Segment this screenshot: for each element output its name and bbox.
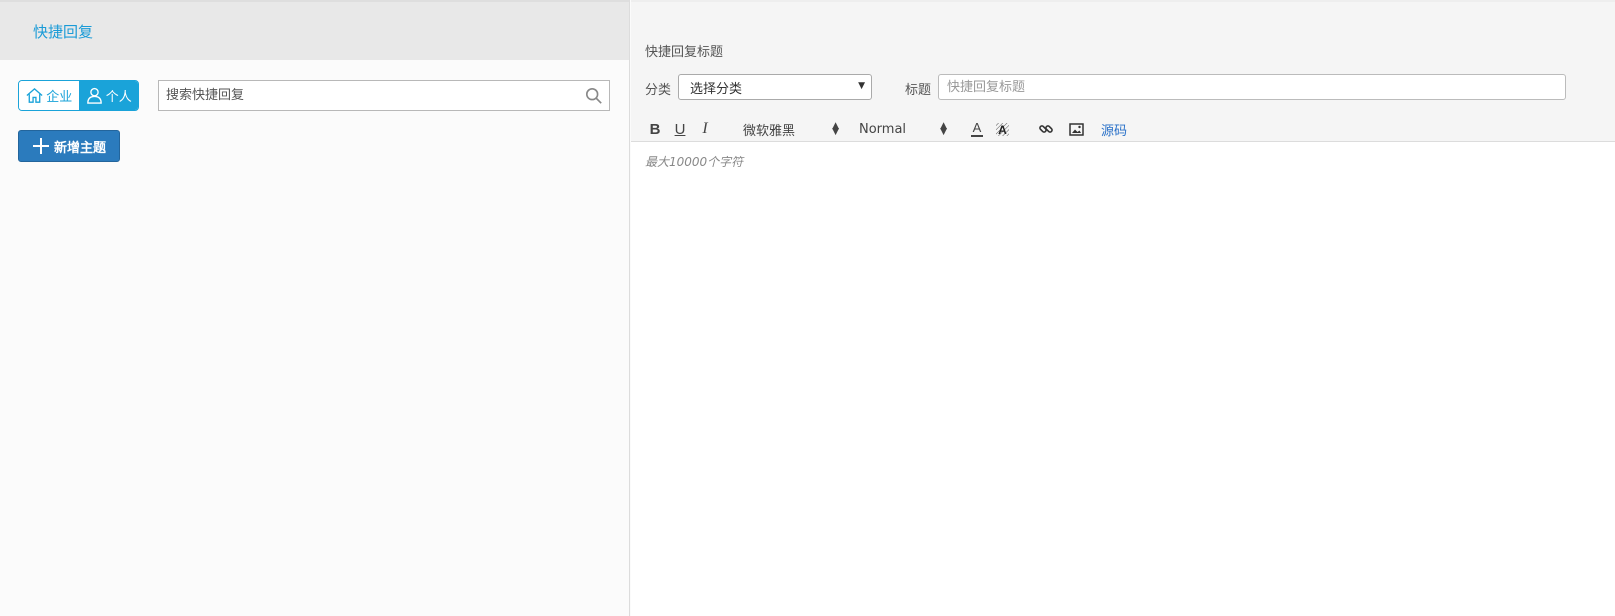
background-color-button[interactable]: A [989,117,1015,141]
image-icon [1068,122,1084,136]
category-selected-value: 选择分类 [690,81,743,97]
reply-form-header: 快捷回复标题 分类 选择分类 ▼ 标题 B U I 微软雅黑 ▲▼ [631,0,1615,142]
search-icon[interactable] [579,81,609,111]
bold-button[interactable]: B [645,117,665,141]
sort-arrows-icon: ▲ ▼ [940,121,947,137]
scope-personal-button[interactable]: 个人 [78,81,138,110]
italic-button[interactable]: I [695,117,715,141]
left-header: 快捷回复 [0,0,629,60]
background-color-icon: A [995,122,1009,137]
scope-toggle: 企业 个人 [18,80,139,111]
category-select[interactable]: 选择分类 ▼ [678,74,872,100]
link-button[interactable] [1031,117,1061,141]
text-color-bar [971,134,983,137]
search-input[interactable] [159,81,579,110]
italic-icon: I [702,120,708,137]
right-panel: 快捷回复标题 分类 选择分类 ▼ 标题 B U I 微软雅黑 ▲▼ [631,0,1615,616]
editor-toolbar: B U I 微软雅黑 ▲ ▼ Normal ▲ ▼ A A 源码 [645,116,1615,142]
user-icon [86,87,102,104]
title-label: 标题 [905,83,932,98]
bold-icon: B [649,120,661,138]
add-topic-label: 新增主题 [53,140,106,156]
home-icon [26,87,43,103]
svg-text:A: A [998,123,1007,137]
chevron-down-icon: ▼ [858,81,865,91]
underline-icon: U [674,120,686,138]
editor-placeholder: 最大10000个字符 [645,155,744,169]
font-size-value: Normal [859,121,907,137]
plus-icon [32,138,49,154]
sort-arrows-icon: ▲ ▼ [832,121,839,137]
search-box [158,80,610,111]
category-label: 分类 [645,83,672,98]
source-code-link[interactable]: 源码 [1101,120,1127,139]
underline-button[interactable]: U [665,117,695,141]
title-input[interactable] [938,74,1566,100]
text-color-icon: A [972,119,982,135]
add-topic-button[interactable]: 新增主题 [18,130,120,162]
link-icon [1039,125,1053,133]
text-color-button[interactable]: A [965,117,989,141]
left-panel: 快捷回复 企业 个人 新增主题 [0,0,630,616]
font-family-select[interactable]: 微软雅黑 ▲ ▼ [735,117,839,141]
form-row: 分类 选择分类 ▼ 标题 [645,74,1615,102]
section-title: 快捷回复标题 [645,45,724,60]
scope-personal-label: 个人 [105,90,132,105]
font-family-value: 微软雅黑 [743,123,796,139]
scope-company-button[interactable]: 企业 [19,81,79,110]
panel-title: 快捷回复 [33,22,94,41]
scope-company-label: 企业 [46,90,73,105]
rich-text-editor[interactable]: 最大10000个字符 [631,143,1615,616]
image-button[interactable] [1061,117,1091,141]
font-size-select[interactable]: Normal ▲ ▼ [851,117,947,141]
